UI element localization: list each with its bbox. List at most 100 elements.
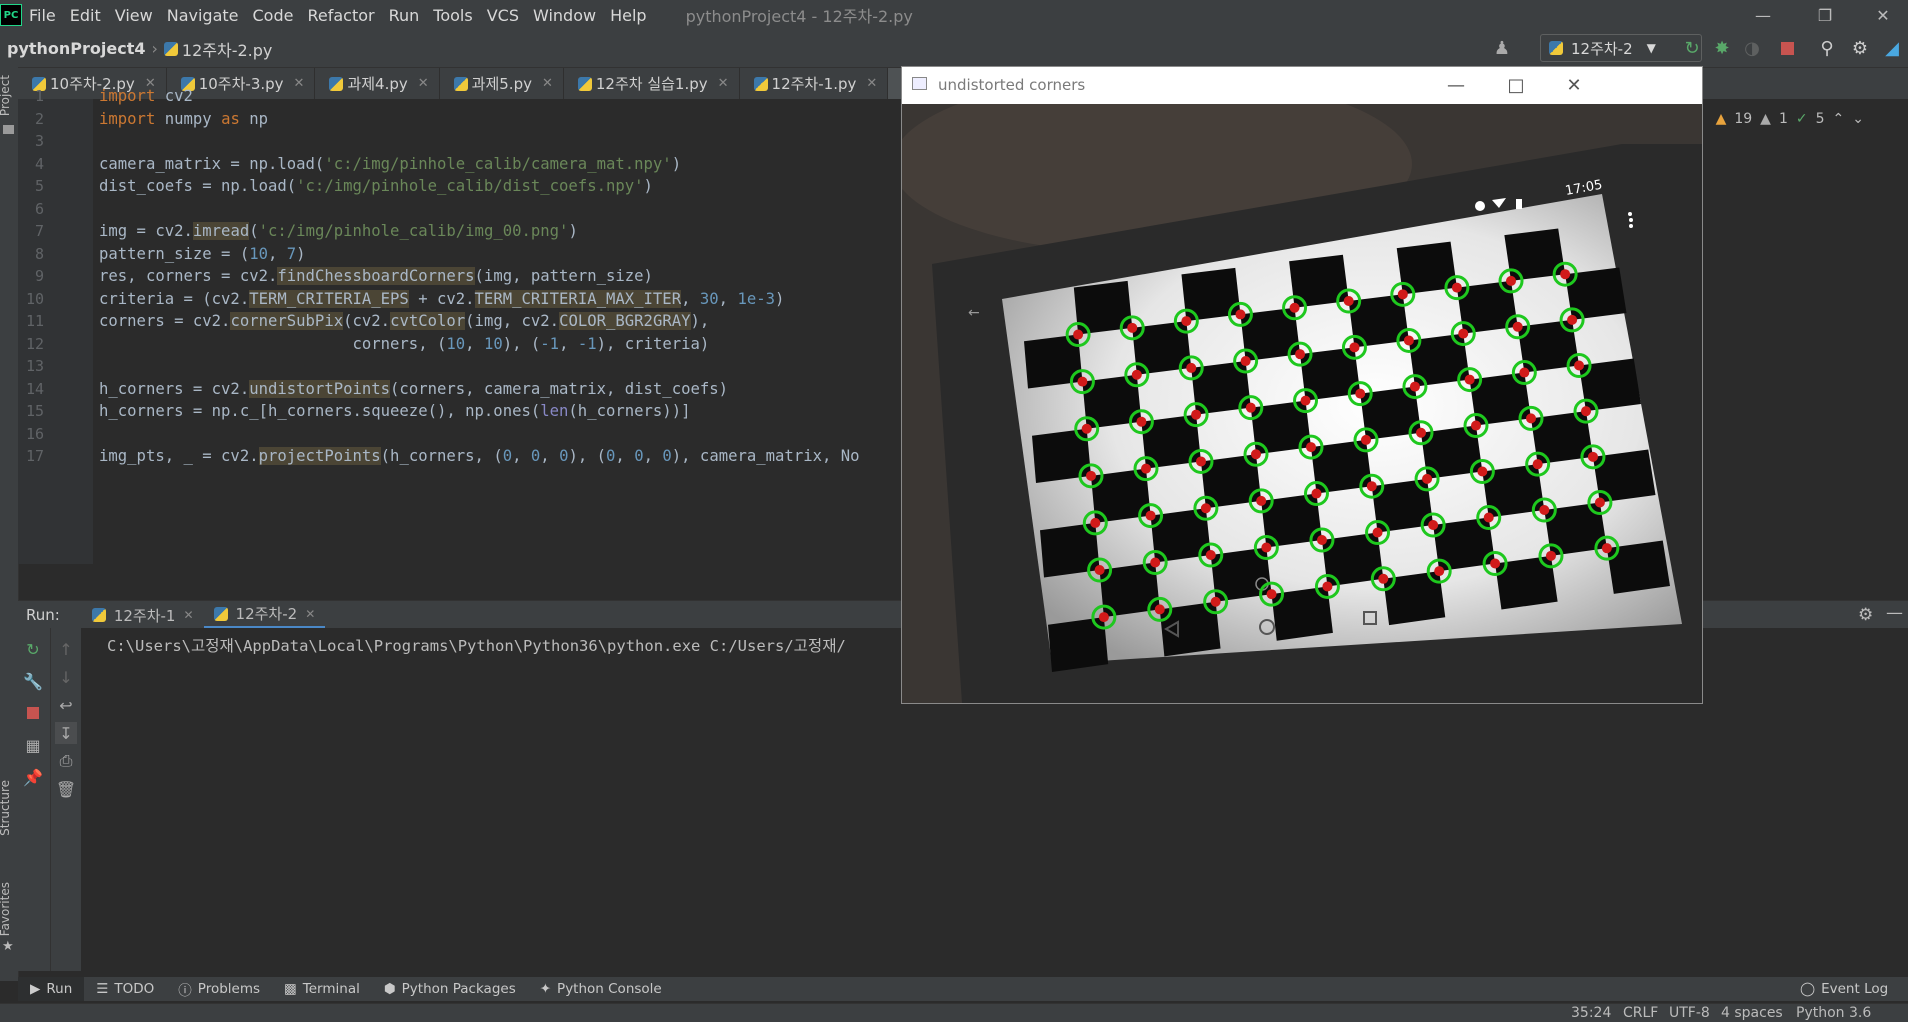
settings-icon[interactable]: ⚙ [1858,605,1873,625]
tool-event-log[interactable]: ◯ Event Log [1788,977,1900,1001]
minimize-icon[interactable]: — [1738,0,1788,30]
chevron-down-icon: ▼ [1646,41,1656,55]
project-tool-tab[interactable]: Project [0,75,12,116]
coverage-icon[interactable]: ◑ [1740,36,1764,60]
close-icon[interactable]: ✕ [1858,0,1908,30]
restore-icon[interactable]: ❐ [1800,0,1850,30]
rerun-icon[interactable]: ↻ [22,638,44,660]
menu-vcs[interactable]: VCS [480,6,526,25]
tab-assignment4[interactable]: 과제4.py ✕ [315,68,440,99]
breadcrumb-project[interactable]: pythonProject4 [7,39,146,58]
menu-edit[interactable]: Edit [63,6,108,25]
pycharm-logo-icon: PC [0,4,22,26]
stop-icon[interactable] [1775,36,1799,60]
chessboard-square [1321,532,1384,587]
chevron-up-icon[interactable]: ⌃ [1833,111,1845,127]
line-number: 1 [34,87,44,105]
close-icon[interactable]: ✕ [294,76,305,91]
image-window-titlebar[interactable]: undistorted corners — □ ✕ [902,67,1702,103]
tool-terminal[interactable]: ▩ Terminal [272,977,372,1001]
menu-run[interactable]: Run [382,6,427,25]
arrow-down-icon[interactable]: ↓ [55,666,77,688]
line-separator[interactable]: CRLF [1623,1005,1658,1021]
interpreter[interactable]: Python 3.6 [1796,1005,1871,1021]
breadcrumb-file[interactable]: 12주차-2.py [182,37,272,61]
close-icon[interactable]: ✕ [718,76,729,91]
corner-marker-dot [1256,495,1267,506]
menu-window[interactable]: Window [526,6,603,25]
hide-panel-icon[interactable]: — [1886,603,1903,623]
file-encoding[interactable]: UTF-8 [1669,1005,1710,1021]
arrow-up-icon[interactable]: ↑ [55,638,77,660]
run-tab-12-1[interactable]: 12주차-1 ✕ [82,601,204,629]
menu-view[interactable]: View [108,6,160,25]
wrench-icon[interactable]: 🔧 [22,670,44,692]
close-icon[interactable]: ✕ [866,76,877,91]
chevron-down-icon[interactable]: ⌄ [1852,111,1864,127]
tab-label: 과제5.py [471,75,532,93]
close-icon[interactable]: ✕ [418,76,429,91]
caret-position[interactable]: 35:24 [1571,1005,1611,1021]
corner-marker-dot [1594,497,1605,508]
tab-label: 12주차-1.py [771,75,857,93]
tool-python-console[interactable]: ✦ Python Console [528,977,674,1001]
minimize-icon[interactable]: — [1436,71,1476,99]
menu-file[interactable]: File [22,6,63,25]
chessboard-square [1048,617,1109,672]
close-icon[interactable]: ✕ [542,76,553,91]
favorites-tool-tab[interactable]: Favorites [0,882,12,936]
corner-marker-dot [1428,520,1439,530]
tool-todo[interactable]: ☰ TODO [84,977,166,1001]
chessboard-square [1311,439,1372,494]
tab-12-practice1[interactable]: 12주차 실습1.py ✕ [564,68,740,99]
soft-wrap-icon[interactable]: ↩ [55,694,77,716]
settings-icon[interactable]: ⚙ [1848,36,1872,60]
menu-code[interactable]: Code [246,6,301,25]
scroll-to-end-icon[interactable]: ↧ [55,722,77,744]
structure-tool-tab[interactable]: Structure [0,780,12,836]
tool-python-packages[interactable]: ⬢ Python Packages [372,977,528,1001]
print-icon[interactable]: ⎙ [55,750,77,772]
close-icon[interactable]: ✕ [183,608,193,622]
maximize-icon[interactable]: □ [1496,71,1536,99]
close-icon[interactable]: ✕ [1554,71,1594,99]
jetbrains-space-icon[interactable]: ◢ [1880,36,1904,60]
chessboard-square [1360,386,1421,440]
corner-marker-dot [1245,402,1256,413]
menu-tools[interactable]: Tools [426,6,479,25]
indent-setting[interactable]: 4 spaces [1721,1005,1783,1021]
undistorted-corners-window[interactable]: undistorted corners — □ ✕ 17:05 ← [901,66,1703,704]
code-line: res, corners = cv2.findChessboardCorners… [99,267,653,285]
menu-navigate[interactable]: Navigate [160,6,246,25]
tab-12-1[interactable]: 12주차-1.py ✕ [740,68,889,99]
menu-help[interactable]: Help [603,6,653,25]
run-config-selector[interactable]: 12주차-2 ▼ [1540,34,1702,62]
trash-icon[interactable]: 🗑 [55,778,77,800]
rerun-icon[interactable]: ↻ [1680,36,1704,60]
user-icon[interactable]: ♟ [1490,36,1514,60]
tool-run[interactable]: ▶ Run [18,977,85,1001]
menu-refactor[interactable]: Refactor [300,6,381,25]
close-icon[interactable]: ✕ [305,607,315,621]
pin-icon[interactable]: 📌 [22,766,44,788]
tool-label: Python Packages [401,981,516,997]
inspections-widget[interactable]: ▲ 19 ▲ 1 ✓ 5 ⌃ ⌄ [1716,111,1864,127]
corner-marker-dot [1205,550,1216,560]
corner-marker-dot [1397,289,1408,300]
search-icon[interactable]: ⚲ [1815,36,1839,60]
stop-icon[interactable] [22,702,44,724]
folder-icon [3,125,14,134]
run-tab-12-2[interactable]: 12주차-2 ✕ [203,601,326,629]
debug-icon[interactable]: ✸ [1710,36,1734,60]
tool-problems[interactable]: ⓘ Problems [166,977,272,1001]
corner-marker-dot [1316,535,1327,545]
chessboard-square [1348,294,1409,348]
layout-icon[interactable]: ▦ [22,734,44,756]
corner-marker-dot [1545,550,1556,561]
packages-icon: ⬢ [383,981,396,997]
line-number: 5 [34,177,44,195]
tool-label: Run [46,981,73,997]
tab-assignment5[interactable]: 과제5.py ✕ [440,68,564,99]
tab-label: 과제4.py [347,75,408,93]
chessboard-square [1141,414,1201,469]
